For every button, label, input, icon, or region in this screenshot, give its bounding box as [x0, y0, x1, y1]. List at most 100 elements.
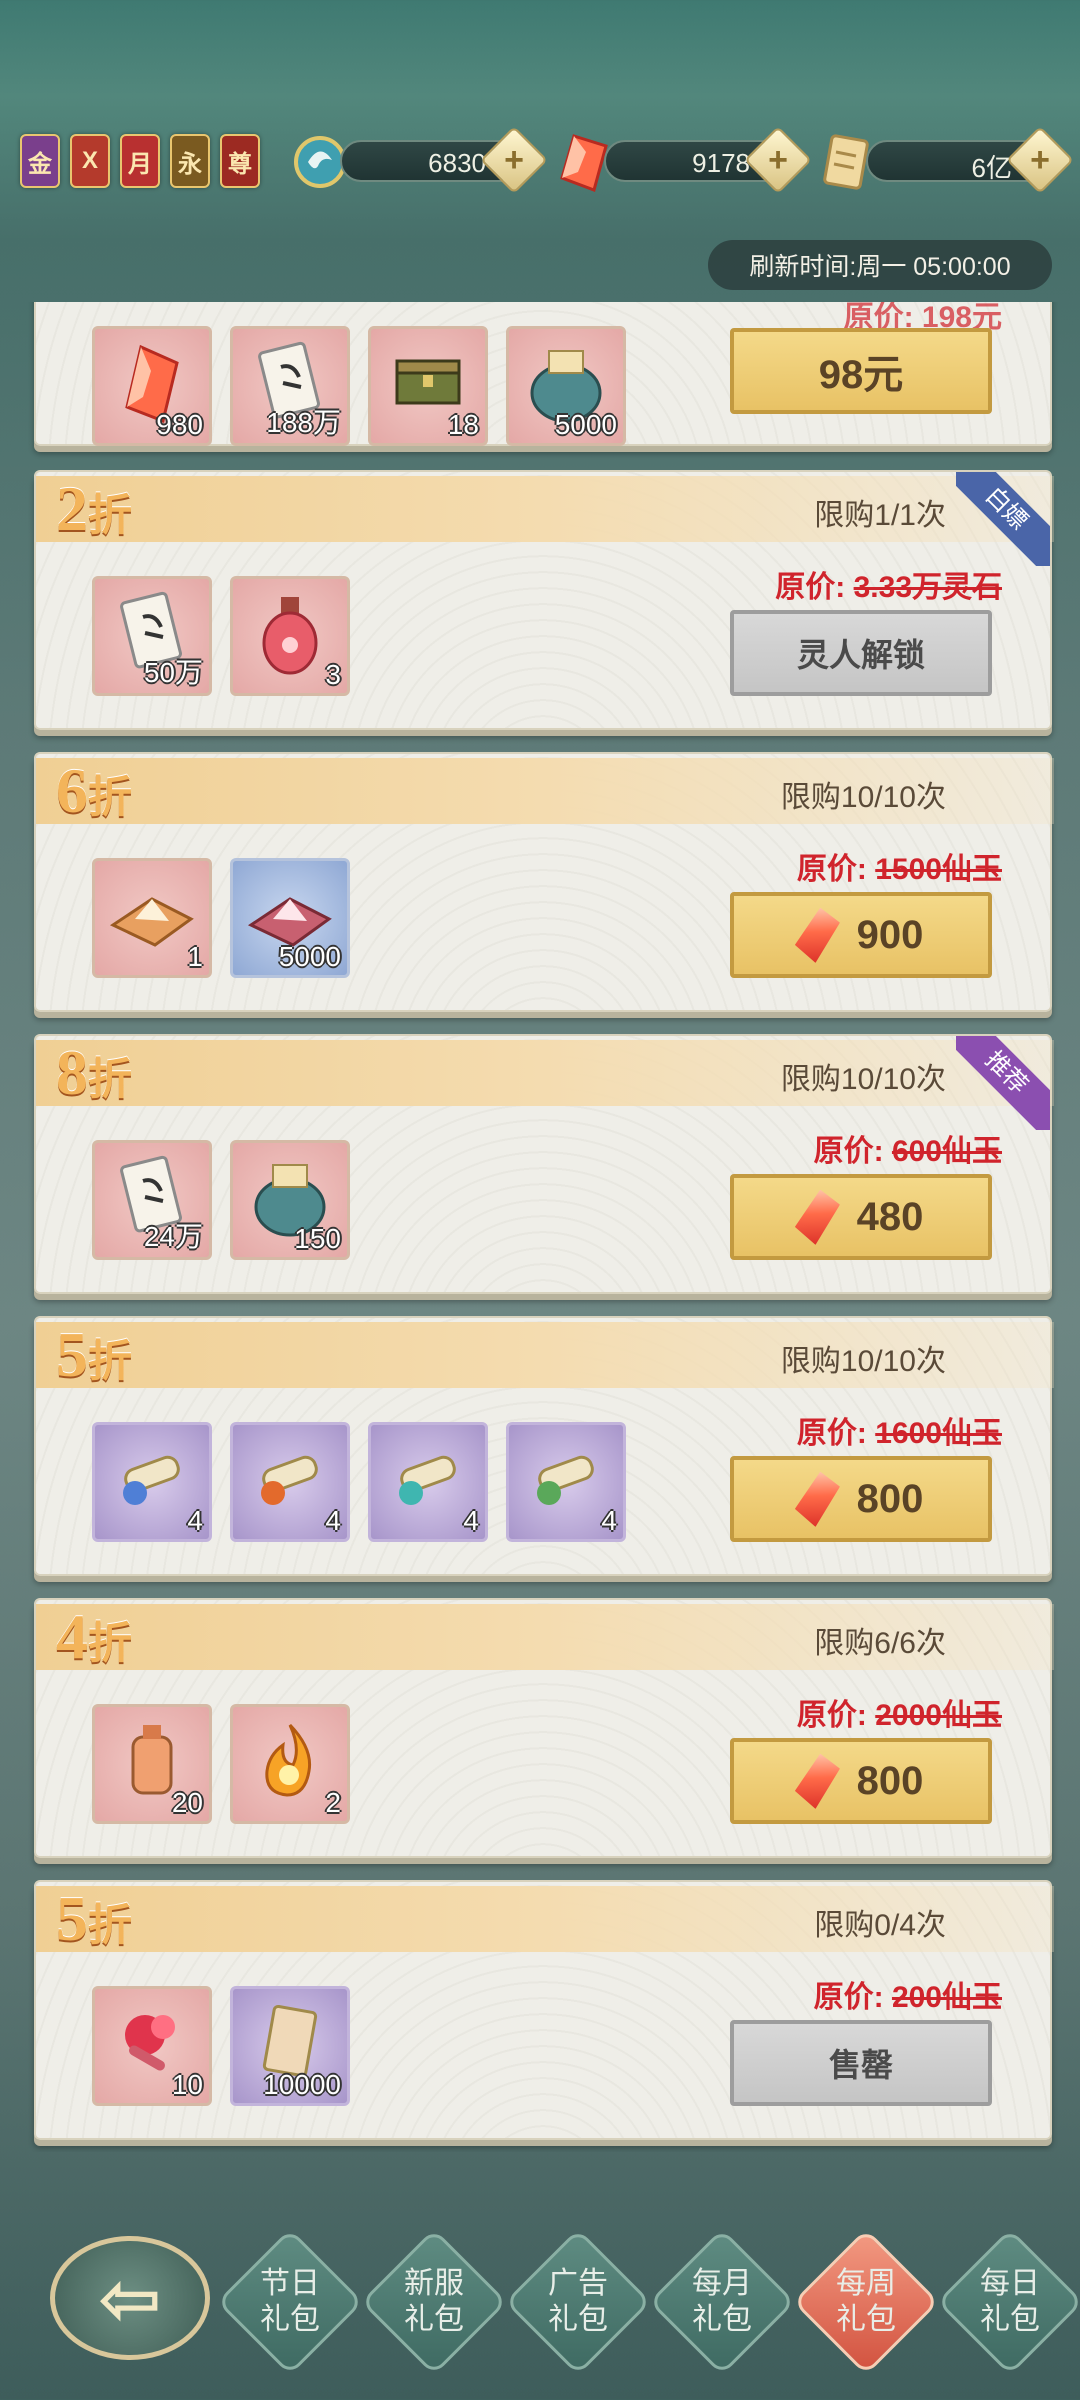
- item-slot[interactable]: 10000: [230, 1986, 350, 2106]
- item-qty: 3: [325, 659, 341, 690]
- item-slot[interactable]: 188万: [230, 326, 350, 446]
- item-qty: 150: [294, 1223, 341, 1254]
- discount-unit: 折: [88, 491, 132, 540]
- discount-label: 4折: [56, 1600, 132, 1674]
- discount-unit: 折: [88, 1619, 132, 1668]
- item-qty: 4: [187, 1505, 203, 1536]
- item-slot[interactable]: 4: [92, 1422, 212, 1542]
- purchase-limit: 限购1/1次: [814, 499, 946, 532]
- original-price-label: 原价:: [775, 571, 846, 604]
- purchase-limit: 限购10/10次: [780, 781, 946, 814]
- item-slot[interactable]: 18: [368, 326, 488, 446]
- badge-forever[interactable]: 永: [170, 134, 210, 188]
- corner-tag: 推荐: [956, 1036, 1050, 1130]
- discount-label: 5折: [56, 1882, 132, 1956]
- item-slot[interactable]: 2: [230, 1704, 350, 1824]
- original-price-label: 原价:: [796, 1699, 867, 1732]
- item-slot[interactable]: 150: [230, 1140, 350, 1260]
- buy-button-label: 480: [856, 1194, 924, 1239]
- corner-tag-label: 白嫖: [956, 472, 1050, 566]
- pack-items: 24万 150: [92, 1140, 350, 1260]
- unlock-button[interactable]: 灵人解锁: [730, 610, 992, 696]
- original-price-label: 原价:: [796, 853, 867, 886]
- back-button[interactable]: ⇦: [50, 2236, 210, 2360]
- item-slot[interactable]: 10: [92, 1986, 212, 2106]
- tab-festival-pack[interactable]: 节日 礼包: [216, 2228, 364, 2376]
- tab-daily-pack[interactable]: 每日 礼包: [936, 2228, 1080, 2376]
- item-slot[interactable]: 5000: [506, 326, 626, 446]
- original-price-value: 3.33万灵石: [853, 571, 1002, 604]
- tab-label-1: 每周: [836, 2267, 896, 2300]
- pack-list[interactable]: 原价: 198元 980 188万 18 5000 98元 2折 限购1/1次: [0, 302, 1080, 2152]
- original-price: 原价: 1600仙玉: [797, 1408, 1002, 1452]
- item-qty: 10: [171, 2069, 203, 2100]
- tab-weekly-pack[interactable]: 每周 礼包: [792, 2228, 940, 2376]
- add-lingshi-button[interactable]: +: [480, 126, 548, 194]
- fire-icon: [265, 1723, 312, 1797]
- original-price-label: 原价:: [813, 1135, 884, 1168]
- buy-button[interactable]: 900: [730, 892, 992, 978]
- buy-button[interactable]: 800: [730, 1738, 992, 1824]
- tab-new-server-pack[interactable]: 新服 礼包: [360, 2228, 508, 2376]
- item-qty: 4: [325, 1505, 341, 1536]
- item-qty: 1: [187, 941, 203, 972]
- discount-unit: 折: [88, 1055, 132, 1104]
- tab-label-2: 礼包: [260, 2303, 320, 2336]
- original-price: 原价: 2000仙玉: [797, 1690, 1002, 1734]
- badge-x[interactable]: X: [70, 134, 110, 188]
- bottom-nav: ⇦ 节日 礼包 新服 礼包 广告 礼包 每月 礼包 每周 礼包 每日 礼包: [0, 2200, 1080, 2400]
- pack-items: 980 188万 18 5000: [92, 326, 626, 446]
- tab-label-1: 每日: [980, 2267, 1040, 2300]
- pack-card-2: 6折 限购10/10次 原价: 1500仙玉 1 5000 900: [34, 752, 1054, 1012]
- item-qty: 5000: [554, 409, 617, 440]
- original-price: 原价: 1500仙玉: [797, 844, 1002, 888]
- pack-items: 1 5000: [92, 858, 350, 978]
- item-slot[interactable]: 5000: [230, 858, 350, 978]
- resource-xianyu: 9178 +: [604, 126, 812, 194]
- item-slot[interactable]: 1: [92, 858, 212, 978]
- discount-number: 2: [56, 473, 88, 544]
- item-slot[interactable]: 4: [506, 1422, 626, 1542]
- tab-label-2: 礼包: [836, 2303, 896, 2336]
- badge-gold[interactable]: 金: [20, 134, 60, 188]
- teal-scroll-icon: [399, 1455, 456, 1505]
- item-slot[interactable]: 24万: [92, 1140, 212, 1260]
- tab-ad-pack[interactable]: 广告 礼包: [504, 2228, 652, 2376]
- original-price-value: 200仙玉: [891, 1981, 1002, 2014]
- xianyu-gem-icon: [791, 1468, 842, 1530]
- original-price-value: 1600仙玉: [875, 1417, 1002, 1450]
- item-slot[interactable]: 50万: [92, 576, 212, 696]
- item-qty: 5000: [278, 941, 341, 972]
- buy-button[interactable]: 480: [730, 1174, 992, 1260]
- add-xianyu-button[interactable]: +: [744, 126, 812, 194]
- original-price-label: 原价:: [796, 1417, 867, 1450]
- tab-label-1: 广告: [548, 2267, 608, 2300]
- badge-month[interactable]: 月: [120, 134, 160, 188]
- tab-label-1: 每月: [692, 2267, 752, 2300]
- item-slot[interactable]: 4: [230, 1422, 350, 1542]
- item-qty: 4: [463, 1505, 479, 1536]
- refresh-time: 刷新时间:周一 05:00:00: [708, 240, 1052, 290]
- add-scroll-button[interactable]: +: [1006, 126, 1074, 194]
- blue-scroll-icon: [123, 1455, 180, 1505]
- pack-card-4: 5折 限购10/10次 原价: 1600仙玉 4 4 4 4 800: [34, 1316, 1054, 1576]
- item-slot[interactable]: 980: [92, 326, 212, 446]
- original-price-value: 1500仙玉: [875, 853, 1002, 886]
- badge-zun[interactable]: 尊: [220, 134, 260, 188]
- item-slot[interactable]: 4: [368, 1422, 488, 1542]
- pack-card-1: 2折 限购1/1次 白嫖 原价: 3.33万灵石 50万 3 灵人解锁: [34, 470, 1054, 730]
- original-price: 原价: 200仙玉: [814, 1972, 1002, 2016]
- sold-out-button[interactable]: 售罄: [730, 2020, 992, 2106]
- item-slot[interactable]: 3: [230, 576, 350, 696]
- buy-button[interactable]: 98元: [730, 328, 992, 414]
- discount-unit: 折: [88, 1337, 132, 1386]
- xianyu-gem-icon: [791, 1186, 842, 1248]
- buy-button-label: 98元: [818, 353, 904, 397]
- item-qty: 188万: [266, 407, 341, 438]
- tab-label-2: 礼包: [404, 2303, 464, 2336]
- buy-button[interactable]: 800: [730, 1456, 992, 1542]
- tab-label-2: 礼包: [980, 2303, 1040, 2336]
- item-slot[interactable]: 20: [92, 1704, 212, 1824]
- tab-monthly-pack[interactable]: 每月 礼包: [648, 2228, 796, 2376]
- resource-scroll: 6亿 +: [866, 126, 1074, 194]
